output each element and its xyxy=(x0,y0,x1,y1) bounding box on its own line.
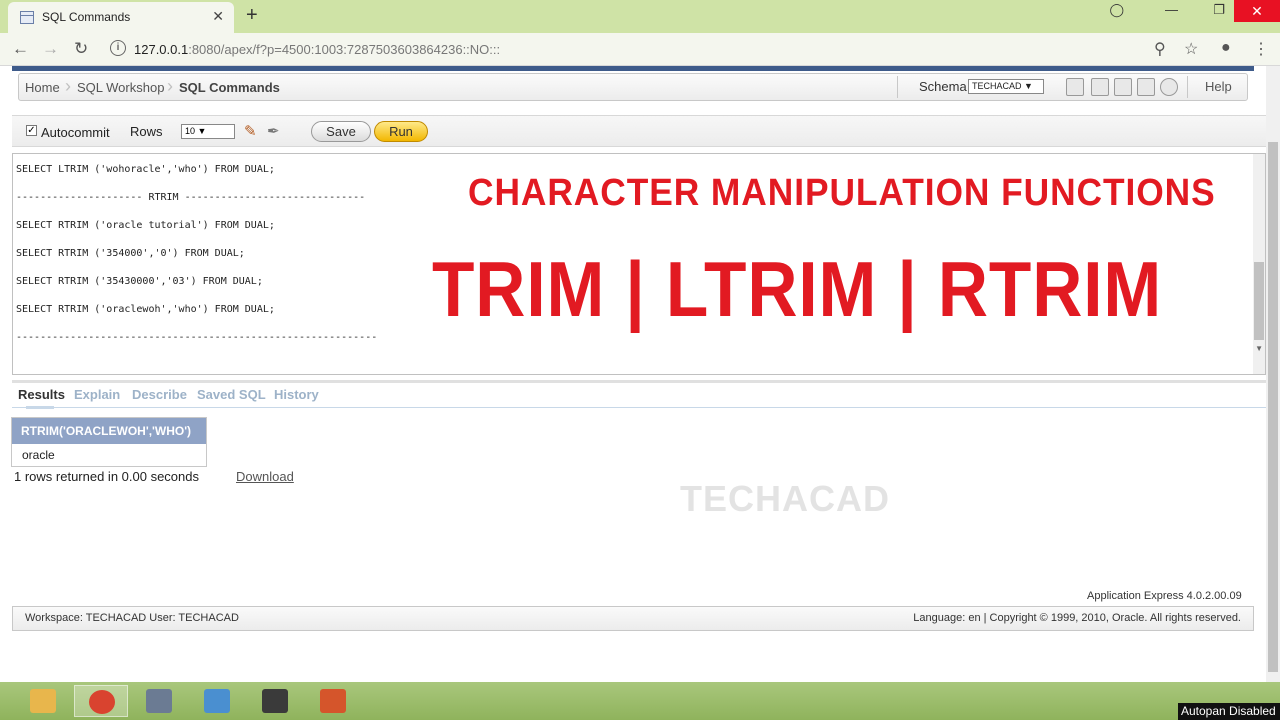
overlay-title: CHARACTER MANIPULATION FUNCTIONS xyxy=(468,172,1216,214)
gear-icon[interactable] xyxy=(1160,78,1178,96)
code-line: SELECT RTRIM ('oraclewoh','who') FROM DU… xyxy=(16,304,275,315)
column-header: RTRIM('ORACLEWOH','WHO') xyxy=(12,418,206,444)
move-cursor-icon xyxy=(262,689,288,713)
taskbar-chrome[interactable] xyxy=(74,685,128,717)
code-line: SELECT RTRIM ('oracle tutorial') FROM DU… xyxy=(16,220,275,231)
footer-bar: Workspace: TECHACAD User: TECHACAD Langu… xyxy=(12,606,1254,631)
editor-scrollbar[interactable]: ▼ xyxy=(1253,154,1265,374)
rows-select[interactable]: 10 ▼ xyxy=(181,124,235,139)
breadcrumb-separator-icon: › xyxy=(167,76,173,96)
tab-describe[interactable]: Describe xyxy=(132,387,187,402)
run-button[interactable]: Run xyxy=(374,121,428,142)
command-toolbar: ✓ Autocommit Rows 10 ▼ ✎ ✒ Save Run xyxy=(12,115,1266,147)
schema-select[interactable]: TECHACAD ▼ xyxy=(968,79,1044,94)
account-icon[interactable]: ● xyxy=(1221,39,1231,57)
autopan-status: Autopan Disabled xyxy=(1178,703,1280,720)
tab-history[interactable]: History xyxy=(274,387,319,402)
editor-scrollbar-thumb[interactable] xyxy=(1254,262,1264,340)
window-icon xyxy=(146,689,172,713)
back-icon[interactable]: ← xyxy=(12,39,29,59)
copyright-info: Language: en | Copyright © 1999, 2010, O… xyxy=(913,612,1241,624)
close-tab-icon[interactable]: ✕ xyxy=(212,8,224,25)
autocommit-checkbox[interactable]: ✓ xyxy=(26,125,37,136)
download-link[interactable]: Download xyxy=(236,469,294,484)
save-button[interactable]: Save xyxy=(311,121,371,142)
page-scrollbar[interactable] xyxy=(1266,66,1280,682)
browser-tab-strip: SQL Commands ✕ + ◯ — ❐ ✕ xyxy=(0,0,1280,33)
screen: SQL Commands ✕ + ◯ — ❐ ✕ ← → ↻ i 127.0.0… xyxy=(0,0,1280,720)
help-link[interactable]: Help xyxy=(1205,79,1232,94)
breadcrumb-current: SQL Commands xyxy=(179,80,280,95)
divider xyxy=(897,76,898,98)
user-icon[interactable]: ◯ xyxy=(1109,2,1124,18)
table-cell: oracle xyxy=(12,444,206,466)
watermark: TECHACAD xyxy=(680,478,890,519)
object-browser-icon[interactable] xyxy=(1091,78,1109,96)
brush-icon[interactable]: ✒ xyxy=(267,122,280,140)
taskbar-app-3[interactable] xyxy=(132,685,186,717)
reload-icon[interactable]: ↻ xyxy=(74,39,88,59)
breadcrumb-sql-workshop[interactable]: SQL Workshop xyxy=(77,80,164,95)
rows-returned-text: 1 rows returned in 0.00 seconds xyxy=(14,469,199,484)
tab-title: SQL Commands xyxy=(42,10,131,24)
apex-version: Application Express 4.0.2.00.09 xyxy=(1087,590,1242,602)
apex-header-strip xyxy=(12,66,1254,71)
minimize-icon[interactable]: — xyxy=(1165,2,1178,17)
code-line: SELECT LTRIM ('wohoracle','who') FROM DU… xyxy=(16,164,275,175)
new-tab-icon[interactable]: + xyxy=(246,4,258,27)
utilities-icon[interactable] xyxy=(1137,78,1155,96)
query-builder-icon[interactable] xyxy=(1066,78,1084,96)
browser-tab[interactable]: SQL Commands ✕ xyxy=(8,2,234,33)
sql-scripts-icon[interactable] xyxy=(1114,78,1132,96)
forward-icon[interactable]: → xyxy=(42,39,59,59)
window-close-icon[interactable]: ✕ xyxy=(1234,0,1280,22)
taskbar-app-6[interactable] xyxy=(306,685,360,717)
taskbar-app-4[interactable] xyxy=(190,685,244,717)
result-tabs: Results Explain Describe Saved SQL Histo… xyxy=(12,380,1266,409)
breadcrumb-home[interactable]: Home xyxy=(25,80,60,95)
workspace-info: Workspace: TECHACAD User: TECHACAD xyxy=(25,612,239,624)
results-table: RTRIM('ORACLEWOH','WHO') oracle xyxy=(11,417,207,467)
url-field[interactable]: 127.0.0.1:8080/apex/f?p=4500:1003:728750… xyxy=(134,42,500,57)
menu-dots-icon[interactable]: ⋮ xyxy=(1253,39,1269,59)
divider xyxy=(1187,76,1188,98)
autocommit-label: Autocommit xyxy=(41,125,110,140)
scroll-down-icon[interactable]: ▼ xyxy=(1255,344,1263,353)
tab-results[interactable]: Results xyxy=(18,387,65,402)
screen-recorder-icon xyxy=(320,689,346,713)
page-scrollbar-thumb[interactable] xyxy=(1268,142,1278,672)
overlay-headline: TRIM | LTRIM | RTRIM xyxy=(432,245,1163,333)
tab-saved-sql[interactable]: Saved SQL xyxy=(197,387,266,402)
chrome-icon xyxy=(89,690,115,714)
bookmark-star-icon[interactable]: ☆ xyxy=(1184,39,1198,59)
breadcrumb-separator-icon: › xyxy=(65,76,71,96)
zoom-icon[interactable]: ⚲ xyxy=(1154,39,1166,59)
breadcrumb: Home › SQL Workshop › SQL Commands Schem… xyxy=(18,73,1248,101)
eraser-icon[interactable]: ✎ xyxy=(244,122,257,140)
taskbar-file-explorer[interactable] xyxy=(16,685,70,717)
code-line: SELECT RTRIM ('35430000','03') FROM DUAL… xyxy=(16,276,263,287)
code-line: ----------------------------------------… xyxy=(16,332,378,343)
taskbar-app-5[interactable] xyxy=(248,685,302,717)
site-info-icon[interactable]: i xyxy=(110,40,126,56)
address-bar: ← → ↻ i 127.0.0.1:8080/apex/f?p=4500:100… xyxy=(0,33,1280,66)
schema-label: Schema xyxy=(919,79,967,94)
magnifier-icon xyxy=(204,689,230,713)
page-favicon-icon xyxy=(20,11,34,24)
folder-icon xyxy=(30,689,56,713)
tab-explain[interactable]: Explain xyxy=(74,387,120,402)
maximize-icon[interactable]: ❐ xyxy=(1213,2,1225,18)
taskbar: Autopan Disabled xyxy=(0,682,1280,720)
rows-label: Rows xyxy=(130,124,163,139)
active-tab-indicator xyxy=(26,406,54,409)
code-line: --------------------- RTRIM ------------… xyxy=(16,192,366,203)
code-line: SELECT RTRIM ('354000','0') FROM DUAL; xyxy=(16,248,245,259)
